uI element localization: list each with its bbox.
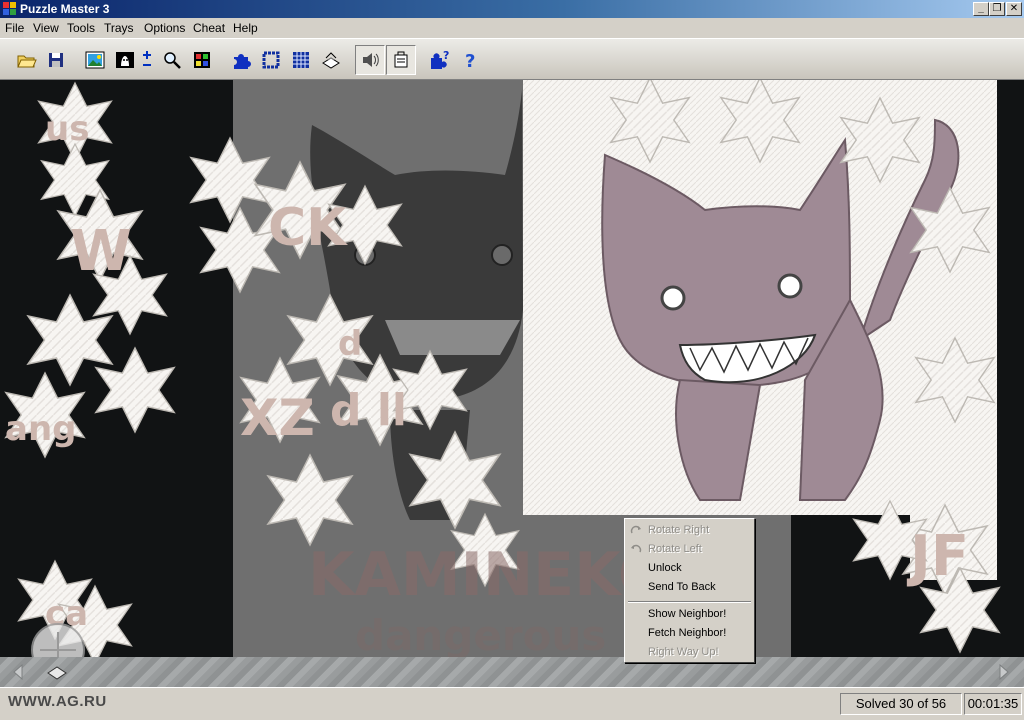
menu-bar: File View Tools Trays Options Cheat Help: [0, 18, 1024, 38]
app-icon: [3, 2, 16, 15]
border-pieces-icon[interactable]: [260, 49, 282, 71]
letters-ck: CK: [268, 198, 348, 258]
puzzle-canvas[interactable]: us W ang ca CK d XZ d ll JF KAMINEKO dan…: [0, 80, 1024, 657]
ctx-separator: [628, 601, 751, 603]
rotate-right-icon: [630, 525, 641, 534]
letters-us: us: [45, 109, 89, 149]
piece-icon[interactable]: [230, 49, 252, 71]
menu-view[interactable]: View: [33, 21, 59, 35]
letters-w: W: [70, 219, 132, 284]
ctx-rotate-right[interactable]: Rotate Right: [625, 521, 754, 539]
ctx-fetch-neighbor[interactable]: Fetch Neighbor!: [625, 624, 754, 642]
puzzle-help-icon[interactable]: ?: [429, 49, 451, 71]
ctx-right-way-up[interactable]: Right Way Up!: [625, 643, 754, 661]
menu-options[interactable]: Options: [144, 21, 185, 35]
window-title: Puzzle Master 3: [20, 2, 110, 16]
tray-left-arrow-icon[interactable]: [12, 664, 26, 680]
tray-bar: [0, 657, 1024, 687]
letters-d: d: [338, 324, 362, 364]
ctx-send-to-back[interactable]: Send To Back: [625, 578, 754, 596]
ctx-rotate-left[interactable]: Rotate Left: [625, 540, 754, 558]
zoom-plus-minus-icon[interactable]: [140, 49, 162, 71]
status-bar: Solved 30 of 56 00:01:35: [0, 687, 1024, 720]
tray-arrange-icon[interactable]: [320, 49, 342, 71]
toolbar: ? ?: [0, 38, 1024, 80]
letters-kamineko: KAMINEKO: [308, 540, 669, 610]
ctx-unlock[interactable]: Unlock: [625, 559, 754, 577]
title-bar: Puzzle Master 3 _ ❐ ✕: [0, 0, 1024, 18]
letters-ang: ang: [5, 409, 77, 449]
magnifier-icon[interactable]: [161, 49, 183, 71]
restore-button[interactable]: ❐: [989, 2, 1005, 16]
letters-xz: XZ: [240, 389, 315, 447]
picture-icon[interactable]: [84, 49, 106, 71]
grid-icon[interactable]: [290, 49, 312, 71]
elapsed-timer: 00:01:35: [964, 693, 1022, 715]
sound-icon[interactable]: [355, 45, 385, 75]
solved-counter: Solved 30 of 56: [840, 693, 962, 715]
letters-jf: JF: [906, 524, 969, 589]
menu-tools[interactable]: Tools: [67, 21, 95, 35]
ghost-image-icon[interactable]: [114, 49, 136, 71]
menu-help[interactable]: Help: [233, 21, 258, 35]
save-disk-icon[interactable]: [45, 49, 67, 71]
close-button[interactable]: ✕: [1006, 2, 1022, 16]
color-grid-icon[interactable]: [191, 49, 213, 71]
menu-file[interactable]: File: [5, 21, 24, 35]
piece-context-menu: Rotate Right Rotate Left Unlock Send To …: [624, 518, 755, 663]
open-folder-icon[interactable]: [15, 49, 37, 71]
minimize-button[interactable]: _: [973, 2, 989, 16]
svg-text:?: ?: [465, 51, 475, 71]
ctx-show-neighbor[interactable]: Show Neighbor!: [625, 605, 754, 623]
menu-cheat[interactable]: Cheat: [193, 21, 225, 35]
watermark: WWW.AG.RU: [8, 693, 107, 710]
menu-trays[interactable]: Trays: [104, 21, 134, 35]
help-icon[interactable]: ?: [460, 49, 482, 72]
tray-icon[interactable]: [46, 663, 68, 681]
letters-dangerous: dangerous: [355, 611, 606, 657]
notes-icon[interactable]: [386, 45, 416, 75]
letters-dl: d ll: [330, 385, 407, 436]
svg-text:?: ?: [443, 49, 449, 62]
tray-right-arrow-icon[interactable]: [996, 664, 1010, 680]
rotate-left-icon: [631, 544, 642, 553]
